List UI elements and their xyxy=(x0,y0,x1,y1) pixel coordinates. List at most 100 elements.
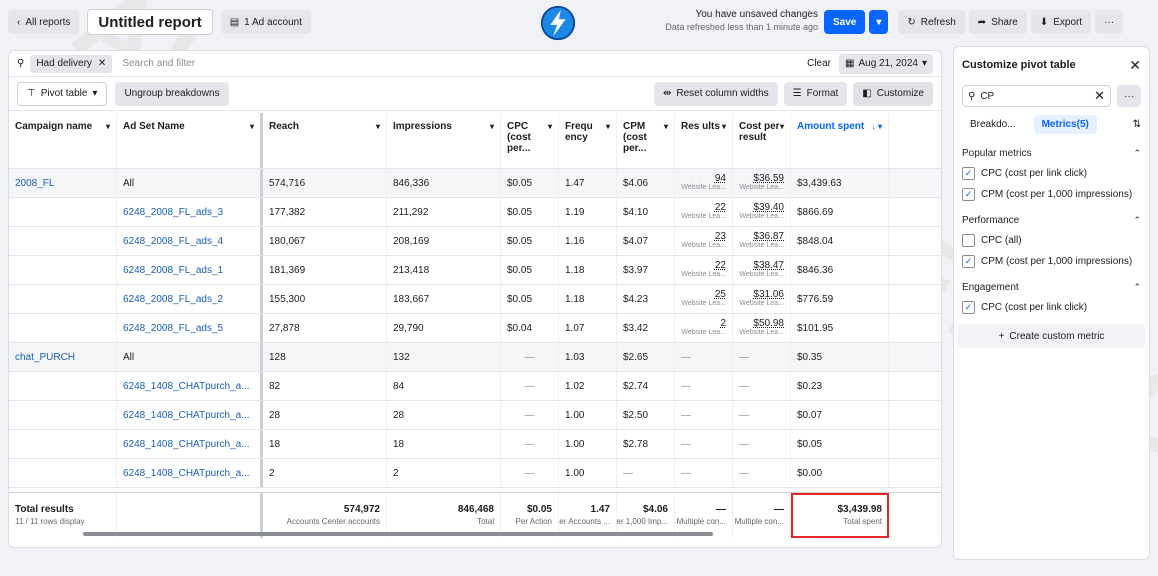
adset-name-cell[interactable]: 6248_2008_FL_ads_2 xyxy=(117,285,263,313)
format-button[interactable]: ☰ Format xyxy=(783,81,848,106)
metric-section-header[interactable]: Engagement ⌃ xyxy=(954,278,1149,297)
all-reports-button[interactable]: ‹ All reports xyxy=(8,10,80,34)
result-value[interactable]: $36.59 Website Lea... xyxy=(739,174,784,192)
close-icon[interactable]: ✕ xyxy=(98,58,106,69)
sort-icon[interactable]: ⇅ xyxy=(1133,119,1141,130)
adset-name-cell[interactable]: 6248_2008_FL_ads_4 xyxy=(117,227,263,255)
column-header[interactable]: Reach ▾ xyxy=(263,113,387,168)
column-header[interactable]: Amount spent ↓ ▾ xyxy=(791,113,889,168)
adset-name[interactable]: 6248_2008_FL_ads_1 xyxy=(123,265,223,276)
adset-name[interactable]: 6248_1408_CHATpurch_a... xyxy=(123,468,250,479)
result-value[interactable]: 22 Website Lea... xyxy=(681,261,726,279)
adset-name-cell[interactable]: 6248_1408_CHATpurch_a... xyxy=(117,459,263,487)
adset-name-cell[interactable]: 6248_1408_CHATpurch_a... xyxy=(117,401,263,429)
chevron-up-icon[interactable]: ⌃ xyxy=(1133,215,1141,226)
export-button[interactable]: ⬇ Export xyxy=(1030,10,1092,34)
result-value[interactable]: 22 Website Lea... xyxy=(681,203,726,221)
column-header[interactable]: Ad Set Name ▾ xyxy=(117,113,263,168)
adset-name[interactable]: 6248_2008_FL_ads_4 xyxy=(123,236,223,247)
column-header[interactable]: Cost per result ▾ xyxy=(733,113,791,168)
column-header[interactable]: CPC (cost per... ▾ xyxy=(501,113,559,168)
refresh-button[interactable]: ↻ Refresh xyxy=(898,10,965,34)
ungroup-breakdowns-button[interactable]: Ungroup breakdowns xyxy=(115,81,229,106)
result-value[interactable]: $39.40 Website Lea... xyxy=(739,203,784,221)
metric-section-header[interactable]: Popular metrics ⌃ xyxy=(954,144,1149,163)
adset-name-cell[interactable]: 6248_2008_FL_ads_5 xyxy=(117,314,263,342)
adset-name[interactable]: 6248_1408_CHATpurch_a... xyxy=(123,439,250,450)
result-value[interactable]: $38.47 Website Lea... xyxy=(739,261,784,279)
adset-name-cell[interactable]: 6248_1408_CHATpurch_a... xyxy=(117,430,263,458)
adset-name-cell[interactable]: 6248_1408_CHATpurch_a... xyxy=(117,372,263,400)
result-value[interactable]: 2 Website Lea... xyxy=(681,319,726,337)
campaign-name-cell[interactable]: 2008_FL xyxy=(9,169,117,197)
checkbox-unchecked[interactable] xyxy=(962,234,975,247)
column-header[interactable]: Frequ ency ▾ xyxy=(559,113,617,168)
metric-option[interactable]: ✓ CPC (cost per link click) xyxy=(954,297,1149,318)
checkbox-checked[interactable]: ✓ xyxy=(962,188,975,201)
adset-name[interactable]: 6248_2008_FL_ads_3 xyxy=(123,207,223,218)
caret-down-icon[interactable]: ▾ xyxy=(664,121,668,132)
column-header-label: Reach xyxy=(269,121,300,132)
panel-more-button[interactable]: ··· xyxy=(1117,85,1141,107)
reset-column-widths-button[interactable]: ⇹ Reset column widths xyxy=(654,81,778,106)
result-value[interactable]: $31.06 Website Lea... xyxy=(739,290,784,308)
metric-option[interactable]: ✓ CPM (cost per 1,000 impressions) xyxy=(954,251,1149,272)
date-picker-button[interactable]: ▦ Aug 21, 2024 ▾ xyxy=(839,53,933,74)
chevron-up-icon[interactable]: ⌃ xyxy=(1133,282,1141,293)
adset-name[interactable]: 6248_1408_CHATpurch_a... xyxy=(123,410,250,421)
share-button[interactable]: ➦ Share xyxy=(968,10,1027,34)
campaign-name[interactable]: 2008_FL xyxy=(15,178,54,189)
campaign-name[interactable]: chat_PURCH xyxy=(15,352,75,363)
metric-option[interactable]: ✓ CPM (cost per 1,000 impressions) xyxy=(954,184,1149,205)
caret-down-icon[interactable]: ▾ xyxy=(548,121,552,132)
customize-button[interactable]: ◧ Customize xyxy=(853,81,933,106)
column-header[interactable]: CPM (cost per... ▾ xyxy=(617,113,675,168)
adset-name[interactable]: 6248_2008_FL_ads_2 xyxy=(123,294,223,305)
report-title[interactable]: Untitled report xyxy=(87,9,213,35)
filter-chip[interactable]: Had delivery ✕ xyxy=(30,54,113,73)
clear-filters-button[interactable]: Clear xyxy=(807,58,831,69)
horizontal-scrollbar[interactable] xyxy=(83,532,713,536)
tab-breakdowns[interactable]: Breakdo... xyxy=(962,115,1024,134)
checkbox-checked[interactable]: ✓ xyxy=(962,167,975,180)
caret-down-icon[interactable]: ▾ xyxy=(376,121,380,132)
adset-name[interactable]: 6248_1408_CHATpurch_a... xyxy=(123,381,250,392)
checkbox-checked[interactable]: ✓ xyxy=(962,255,975,268)
caret-down-icon[interactable]: ↓ ▾ xyxy=(872,121,882,132)
result-value[interactable]: 94 Website Lea... xyxy=(681,174,726,192)
caret-down-icon[interactable]: ▾ xyxy=(250,121,254,132)
ad-account-button[interactable]: ▤ 1 Ad account xyxy=(220,10,311,34)
column-header[interactable]: Impressions ▾ xyxy=(387,113,501,168)
adset-name-cell[interactable]: 6248_2008_FL_ads_3 xyxy=(117,198,263,226)
tab-metrics[interactable]: Metrics(5) xyxy=(1033,115,1097,134)
caret-down-icon[interactable]: ▾ xyxy=(606,121,610,132)
column-header[interactable]: Res ults ▾ xyxy=(675,113,733,168)
result-value[interactable]: 25 Website Lea... xyxy=(681,290,726,308)
pivot-table-button[interactable]: ⊤ Pivot table ▾ xyxy=(17,81,108,106)
more-options-button[interactable]: ··· xyxy=(1095,10,1124,34)
save-options-button[interactable]: ▾ xyxy=(869,10,889,34)
close-panel-icon[interactable]: ✕ xyxy=(1129,57,1141,74)
metric-option[interactable]: CPC (all) xyxy=(954,230,1149,251)
metric-search-input[interactable]: ⚲ CP ✕ xyxy=(962,85,1111,107)
result-value[interactable]: 23 Website Lea... xyxy=(681,232,726,250)
caret-down-icon[interactable]: ▾ xyxy=(780,121,784,132)
caret-down-icon[interactable]: ▾ xyxy=(722,121,726,132)
result-value[interactable]: $50.98 Website Lea... xyxy=(739,319,784,337)
metric-section-header[interactable]: Performance ⌃ xyxy=(954,211,1149,230)
save-button[interactable]: Save xyxy=(824,10,866,34)
chevron-up-icon[interactable]: ⌃ xyxy=(1133,148,1141,159)
metric-option[interactable]: ✓ CPC (cost per link click) xyxy=(954,163,1149,184)
search-filter-input[interactable]: Search and filter xyxy=(122,58,195,69)
column-header[interactable]: Campaign name ▾ xyxy=(9,113,117,168)
campaign-name-cell[interactable]: chat_PURCH xyxy=(9,343,117,371)
metric-value: 208,169 xyxy=(393,235,430,247)
result-value[interactable]: $36.87 Website Lea... xyxy=(739,232,784,250)
clear-search-icon[interactable]: ✕ xyxy=(1094,88,1105,104)
caret-down-icon[interactable]: ▾ xyxy=(490,121,494,132)
adset-name[interactable]: 6248_2008_FL_ads_5 xyxy=(123,323,223,334)
create-custom-metric-button[interactable]: + Create custom metric xyxy=(958,324,1145,348)
checkbox-checked[interactable]: ✓ xyxy=(962,301,975,314)
caret-down-icon[interactable]: ▾ xyxy=(106,121,110,132)
adset-name-cell[interactable]: 6248_2008_FL_ads_1 xyxy=(117,256,263,284)
